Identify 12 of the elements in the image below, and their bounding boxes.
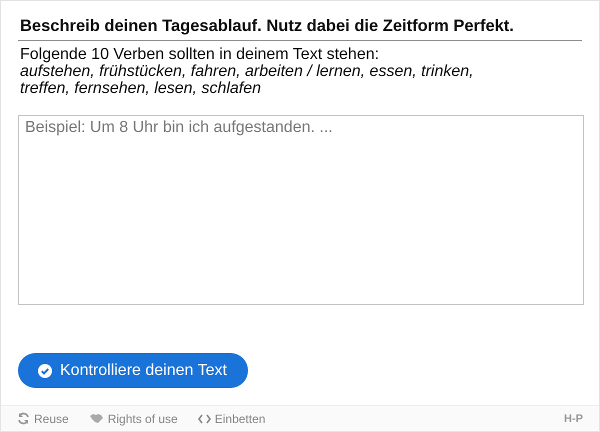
task-instruction: Folgende 10 Verben sollten in deinem Text stehen: (20, 46, 380, 63)
logo: H-P (564, 412, 583, 424)
footer-link[interactable]: Reuse (17, 412, 69, 426)
check-circle-icon (38, 364, 52, 378)
refresh-icon (17, 412, 30, 425)
answer-field[interactable]: Beispiel: Um 8 Uhr bin ich aufgestanden. ... (18, 115, 584, 305)
footer-link[interactable]: Rights of use (88, 412, 178, 426)
check-button[interactable]: Kontrolliere deinen Text (18, 353, 248, 388)
verb-list: aufstehen, frühstücken, fahren, arbeiten / lernen, essen, trinken, treffen, fernsehen, lesen, schlafen (20, 63, 582, 97)
code-icon (198, 414, 211, 424)
task-title: Beschreib deinen Tagesablauf. Nutz dabei die Zeitform Perfekt. (18, 17, 582, 41)
footer-link[interactable]: Einbetten (198, 412, 266, 426)
